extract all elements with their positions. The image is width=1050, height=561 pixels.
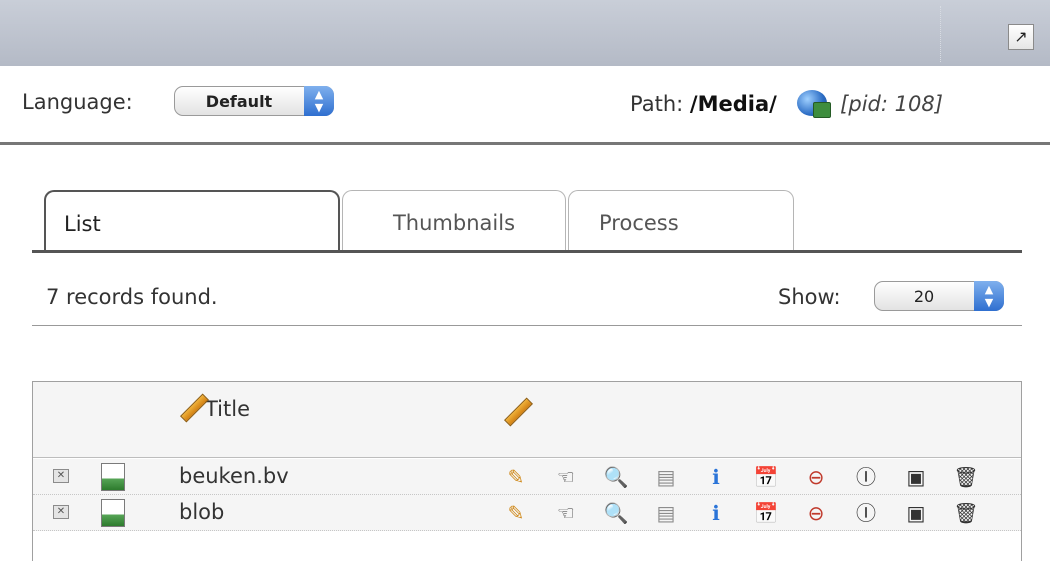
results-divider (32, 325, 1022, 326)
hand-pointer-icon[interactable]: ☜ (553, 463, 579, 491)
document-icon[interactable] (101, 499, 125, 527)
column-title-header[interactable]: Title (179, 394, 250, 421)
select-arrows-icon: ▲ ▼ (974, 281, 1004, 311)
hand-pointer-icon[interactable]: ☜ (553, 499, 579, 527)
tab-process-label: Process (599, 211, 679, 235)
lightbulb-delete-icon[interactable]: ⊖ (803, 463, 829, 491)
info-icon[interactable]: ℹ (703, 463, 729, 491)
table-header: Title (33, 382, 1021, 458)
document-icon[interactable] (101, 463, 125, 491)
globe-icon[interactable] (797, 90, 832, 118)
image-copy-icon[interactable]: ▣ (903, 463, 929, 491)
language-label: Language: (22, 90, 133, 114)
lightbulb-delete-icon[interactable]: ⊖ (803, 499, 829, 527)
pid-label: [pid: 108] (840, 92, 943, 116)
text-cursor-icon[interactable]: Ⓘ (853, 499, 879, 527)
path-value[interactable]: /Media/ (690, 92, 777, 116)
tab-process[interactable]: Process (568, 190, 794, 250)
calendar-clock-icon[interactable]: 📅 (753, 463, 779, 491)
records-count: 7 records found. (46, 285, 218, 309)
path-label: Path: (630, 92, 684, 116)
arrow-up-right-icon: ↗ (1014, 27, 1028, 46)
image-copy-icon[interactable]: ▣ (903, 499, 929, 527)
record-title[interactable]: blob (179, 500, 224, 524)
show-count-value: 20 (913, 287, 935, 306)
info-icon[interactable]: ℹ (703, 499, 729, 527)
record-title[interactable]: beuken.bv (179, 464, 289, 488)
document-grey-icon[interactable]: ▤ (653, 499, 679, 527)
language-select[interactable]: Default ▲ ▼ (174, 86, 334, 116)
trash-icon[interactable]: 🗑 (953, 499, 979, 527)
document-grey-icon[interactable]: ▤ (653, 463, 679, 491)
tab-list-label: List (64, 212, 101, 236)
open-new-window-button[interactable]: ↗ (1008, 24, 1034, 50)
column-edit-header[interactable] (503, 398, 529, 424)
records-table: Title ✕ beuken.bv ✎ ☜ 🔍 ▤ ℹ 📅 ⊖ Ⓘ ▣ 🗑 ✕ blob ✎ ☜ 🔍 ▤… (32, 381, 1022, 561)
show-label: Show: (778, 285, 841, 309)
show-count-select[interactable]: 20 ▲ ▼ (874, 281, 1004, 311)
pencil-icon[interactable] (503, 398, 529, 424)
tab-thumbnails-label: Thumbnails (392, 211, 516, 235)
pencil-icon[interactable]: ✎ (503, 499, 529, 527)
select-arrows-icon: ▲ ▼ (304, 86, 334, 116)
table-row: ✕ beuken.bv ✎ ☜ 🔍 ▤ ℹ 📅 ⊖ Ⓘ ▣ 🗑 (33, 459, 1021, 495)
top-bar: ↗ (0, 0, 1050, 66)
tabs-underline (32, 250, 1022, 253)
magnifier-icon[interactable]: 🔍 (603, 499, 629, 527)
close-icon[interactable]: ✕ (53, 505, 69, 519)
calendar-clock-icon[interactable]: 📅 (753, 499, 779, 527)
column-title-label: Title (205, 397, 251, 421)
path-indicator: Path: /Media/ [pid: 108] (630, 90, 943, 118)
magnifier-icon[interactable]: 🔍 (603, 463, 629, 491)
pencil-icon[interactable]: ✎ (503, 463, 529, 491)
top-bar-separator (940, 6, 941, 62)
toolbar-divider (0, 142, 1050, 145)
trash-icon[interactable]: 🗑 (953, 463, 979, 491)
text-cursor-icon[interactable]: Ⓘ (853, 463, 879, 491)
tab-thumbnails[interactable]: Thumbnails (342, 190, 566, 250)
tab-list[interactable]: List (44, 190, 340, 250)
language-select-value: Default (205, 92, 273, 111)
table-row: ✕ blob ✎ ☜ 🔍 ▤ ℹ 📅 ⊖ Ⓘ ▣ 🗑 (33, 495, 1021, 531)
close-icon[interactable]: ✕ (53, 469, 69, 483)
pencil-icon[interactable] (179, 394, 205, 420)
